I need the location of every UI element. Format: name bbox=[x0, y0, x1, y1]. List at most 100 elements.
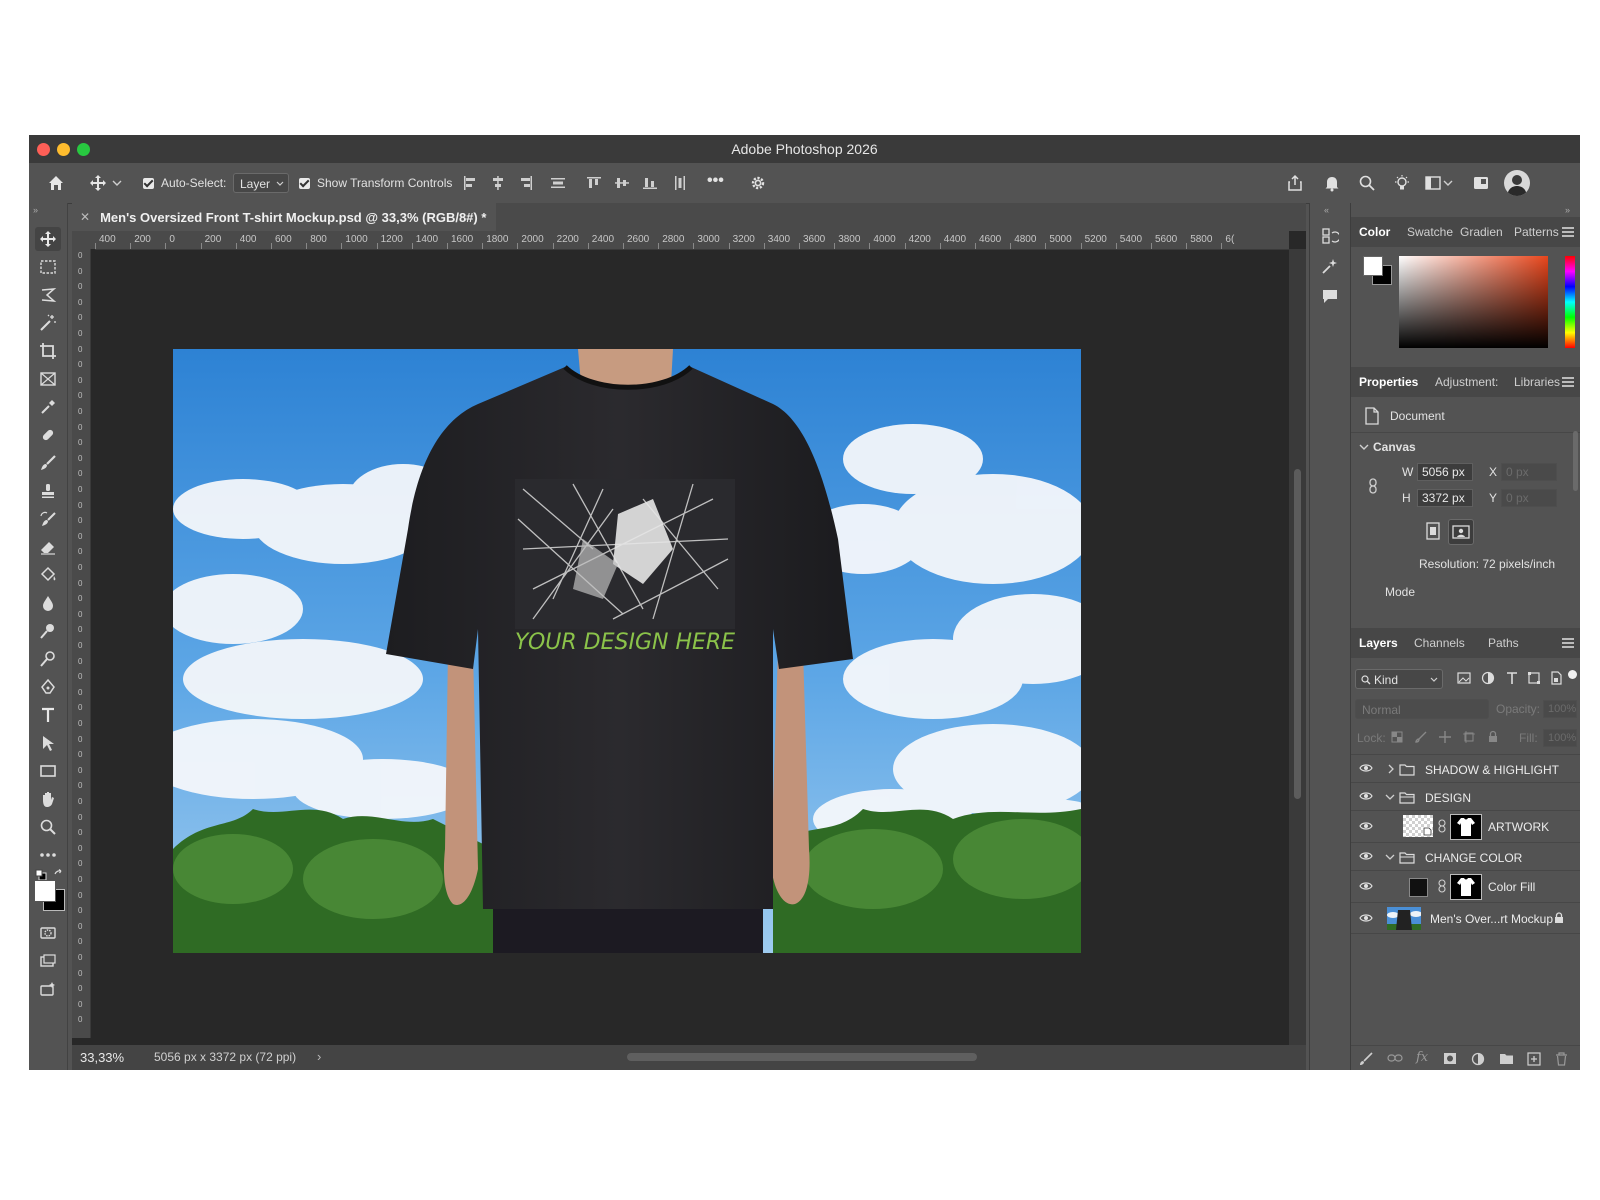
layer-row-background[interactable]: Men's Over...rt Mockup bbox=[1351, 902, 1580, 934]
background-layer-thumbnail[interactable] bbox=[1387, 907, 1421, 930]
properties-scroll-thumb[interactable] bbox=[1573, 431, 1578, 491]
comments-panel-icon[interactable] bbox=[1319, 285, 1341, 307]
move-tool-icon[interactable] bbox=[35, 227, 61, 251]
paint-bucket-tool-icon[interactable] bbox=[35, 563, 61, 587]
brush-sparkle-icon[interactable] bbox=[1359, 1052, 1373, 1066]
hand-tool-icon[interactable] bbox=[35, 787, 61, 811]
chevron-right-icon[interactable] bbox=[1387, 764, 1395, 774]
portrait-orientation-icon[interactable] bbox=[1423, 521, 1443, 541]
lock-all-icon[interactable] bbox=[1487, 730, 1499, 743]
dodge-tool-icon[interactable] bbox=[35, 619, 61, 643]
tab-swatches[interactable]: Swatche bbox=[1407, 225, 1453, 239]
new-group-icon[interactable] bbox=[1499, 1053, 1514, 1065]
workspace-icon[interactable] bbox=[1422, 172, 1444, 194]
horizontal-scroll-thumb[interactable] bbox=[627, 1053, 977, 1061]
landscape-orientation-icon[interactable] bbox=[1448, 519, 1474, 545]
canvas-width-field[interactable]: 5056 px bbox=[1417, 463, 1473, 481]
color-fill-mask-thumbnail[interactable] bbox=[1450, 874, 1482, 900]
clone-stamp-tool-icon[interactable] bbox=[35, 479, 61, 503]
healing-brush-tool-icon[interactable] bbox=[35, 423, 61, 447]
vertical-ruler[interactable]: 0 0 0 0 0 0 0 0 0 0 0 0 0 0 0 0 0 0 0 0 0 0 0 0 0 0 0 0 0 0 0 0 0 0 0 0 0 0 0 0… bbox=[72, 249, 91, 1038]
filter-toggle[interactable] bbox=[1568, 670, 1577, 679]
lock-icon[interactable] bbox=[1554, 912, 1564, 924]
filter-pixel-icon[interactable] bbox=[1457, 671, 1471, 685]
tab-libraries[interactable]: Libraries bbox=[1514, 375, 1560, 389]
lock-position-icon[interactable] bbox=[1439, 731, 1451, 743]
show-transform-checkbox[interactable] bbox=[299, 178, 310, 189]
align-bottom-edges-icon[interactable] bbox=[639, 172, 661, 194]
align-top-edges-icon[interactable] bbox=[583, 172, 605, 194]
visibility-eye-icon[interactable] bbox=[1359, 881, 1373, 891]
align-right-edges-icon[interactable] bbox=[515, 172, 537, 194]
artwork-mask-thumbnail[interactable] bbox=[1450, 814, 1482, 840]
mask-link-icon[interactable] bbox=[1438, 879, 1446, 893]
canvas-x-field[interactable]: 0 px bbox=[1501, 463, 1557, 481]
lock-pixels-icon[interactable] bbox=[1415, 731, 1427, 743]
color-panel-menu-icon[interactable] bbox=[1562, 227, 1574, 237]
status-expand-icon[interactable]: › bbox=[317, 1049, 321, 1064]
close-tab-icon[interactable]: ✕ bbox=[80, 210, 90, 224]
ruler-origin[interactable] bbox=[72, 231, 95, 249]
trash-icon[interactable] bbox=[1555, 1052, 1568, 1066]
collapse-toolbar-icon[interactable]: » bbox=[33, 205, 38, 215]
opacity-field[interactable]: 100% bbox=[1543, 700, 1577, 718]
edit-toolbar-icon[interactable] bbox=[35, 843, 61, 867]
marquee-tool-icon[interactable] bbox=[35, 255, 61, 279]
filter-smart-object-icon[interactable] bbox=[1549, 671, 1563, 685]
zoom-tool-icon[interactable] bbox=[35, 815, 61, 839]
pen-tool-icon[interactable] bbox=[35, 675, 61, 699]
panel-foreground-swatch[interactable] bbox=[1363, 256, 1383, 276]
filter-adjustment-icon[interactable] bbox=[1481, 671, 1495, 685]
rectangle-tool-icon[interactable] bbox=[35, 759, 61, 783]
color-fill-thumbnail[interactable] bbox=[1409, 878, 1428, 897]
fx-icon[interactable]: fx bbox=[1416, 1050, 1428, 1065]
history-brush-tool-icon[interactable] bbox=[35, 507, 61, 531]
lightbulb-icon[interactable] bbox=[1391, 172, 1413, 194]
quick-mask-icon[interactable] bbox=[35, 921, 61, 945]
layer-row-shadow-highlight[interactable]: SHADOW & HIGHLIGHT bbox=[1351, 754, 1580, 784]
visibility-eye-icon[interactable] bbox=[1359, 851, 1373, 861]
align-left-edges-icon[interactable] bbox=[459, 172, 481, 194]
share-icon[interactable] bbox=[1284, 172, 1306, 194]
align-vertical-centers-icon[interactable] bbox=[611, 172, 633, 194]
zoom-level[interactable]: 33,33% bbox=[80, 1050, 124, 1065]
hue-slider[interactable] bbox=[1565, 256, 1575, 348]
lock-transparent-icon[interactable] bbox=[1391, 731, 1403, 743]
eraser-tool-icon[interactable] bbox=[35, 535, 61, 559]
layers-panel-menu-icon[interactable] bbox=[1562, 638, 1574, 648]
frame-tool-icon[interactable] bbox=[35, 367, 61, 391]
path-selection-tool-icon[interactable] bbox=[35, 731, 61, 755]
home-icon[interactable] bbox=[45, 172, 67, 194]
brush-tool-icon[interactable] bbox=[35, 451, 61, 475]
tab-gradients[interactable]: Gradien bbox=[1460, 225, 1503, 239]
magic-wand-tool-icon[interactable] bbox=[35, 311, 61, 335]
chevron-down-icon[interactable] bbox=[1385, 793, 1395, 801]
bell-icon[interactable] bbox=[1321, 172, 1343, 194]
chevron-down-icon[interactable] bbox=[111, 174, 123, 192]
visibility-eye-icon[interactable] bbox=[1359, 821, 1373, 831]
add-mask-icon[interactable] bbox=[1443, 1052, 1457, 1065]
eyedropper-tool-icon[interactable] bbox=[35, 395, 61, 419]
vertical-scrollbar[interactable] bbox=[1289, 249, 1306, 1045]
tab-layers[interactable]: Layers bbox=[1359, 636, 1398, 650]
fill-field[interactable]: 100% bbox=[1543, 729, 1577, 747]
align-horizontal-centers-icon[interactable] bbox=[487, 172, 509, 194]
layer-row-color-fill[interactable]: Color Fill bbox=[1351, 870, 1580, 902]
distribute-vertical-icon[interactable] bbox=[547, 172, 569, 194]
canvas-image[interactable]: YOUR DESIGN HERE bbox=[173, 349, 1081, 953]
search-icon[interactable] bbox=[1356, 172, 1378, 194]
move-tool-preset-icon[interactable] bbox=[87, 172, 109, 194]
canvas-chevron-icon[interactable] bbox=[1359, 443, 1369, 451]
zoom-lens-tool-icon[interactable] bbox=[35, 647, 61, 671]
collapse-dock-icon[interactable]: « bbox=[1324, 205, 1329, 215]
tab-color[interactable]: Color bbox=[1359, 225, 1390, 239]
color-field[interactable] bbox=[1399, 256, 1548, 348]
expand-panels-icon[interactable]: » bbox=[1565, 205, 1570, 215]
new-adjustment-icon[interactable] bbox=[1471, 1052, 1485, 1066]
distribute-horizontal-icon[interactable] bbox=[669, 172, 691, 194]
more-options-button[interactable]: ••• bbox=[707, 172, 724, 190]
mask-link-icon[interactable] bbox=[1438, 819, 1446, 833]
canvas-height-field[interactable]: 3372 px bbox=[1417, 489, 1473, 507]
tab-channels[interactable]: Channels bbox=[1414, 636, 1465, 650]
vertical-scroll-thumb[interactable] bbox=[1294, 469, 1301, 799]
